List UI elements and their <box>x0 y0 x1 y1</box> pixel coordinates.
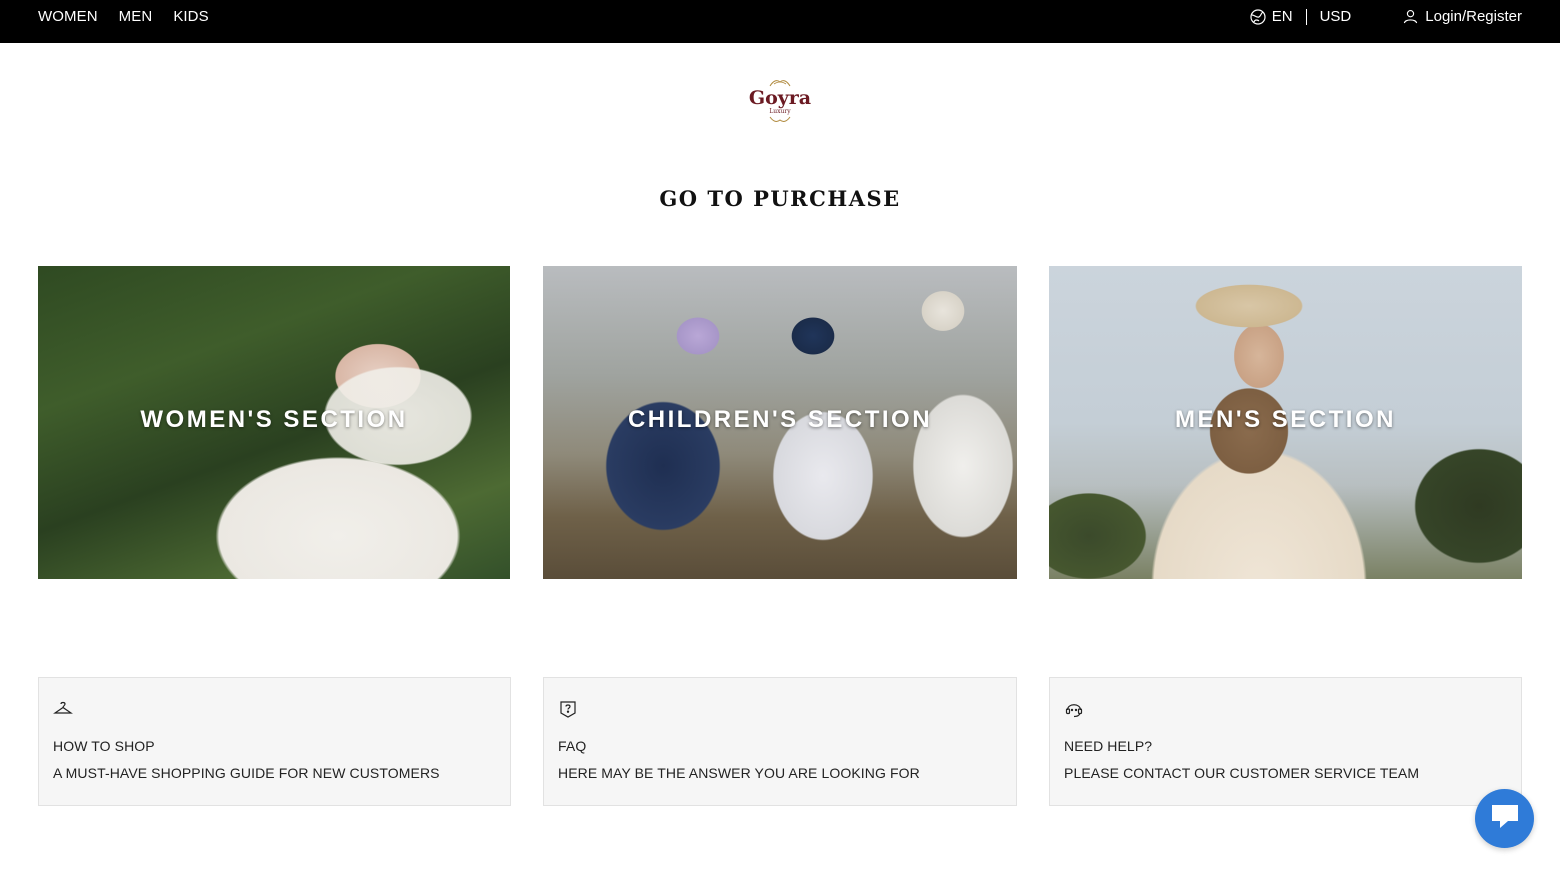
goyra-logo[interactable]: Goyra Luxury <box>740 76 820 126</box>
language-label: EN <box>1271 8 1293 25</box>
main-nav: WOMEN MEN KIDS <box>38 0 209 33</box>
language-selector[interactable]: EN <box>1250 8 1293 25</box>
women-section-card[interactable]: WOMEN'S SECTION <box>38 266 510 579</box>
user-icon <box>1403 9 1418 24</box>
nav-utilities: EN USD Login/Register <box>1250 0 1522 33</box>
login-register-link[interactable]: Login/Register <box>1403 8 1522 25</box>
men-section-card[interactable]: MEN'S SECTION <box>1049 266 1522 579</box>
page-title: GO TO PURCHASE <box>659 186 901 211</box>
logo-wordmark: Goyra <box>749 87 811 109</box>
faq-card[interactable]: FAQ HERE MAY BE THE ANSWER YOU ARE LOOKI… <box>543 677 1017 806</box>
nav-women[interactable]: WOMEN <box>38 8 98 25</box>
how-to-shop-title: HOW TO SHOP <box>53 738 155 754</box>
top-navigation-bar: WOMEN MEN KIDS EN USD Login/Register <box>0 0 1560 43</box>
children-section-card[interactable]: CHILDREN'S SECTION <box>543 266 1017 579</box>
currency-selector[interactable]: USD <box>1320 8 1352 25</box>
hanger-icon <box>53 699 73 719</box>
faq-description: HERE MAY BE THE ANSWER YOU ARE LOOKING F… <box>558 765 920 781</box>
nav-kids[interactable]: KIDS <box>173 8 208 25</box>
need-help-title: NEED HELP? <box>1064 738 1153 754</box>
globe-icon <box>1250 8 1266 25</box>
chat-icon <box>1488 801 1522 836</box>
men-section-label: MEN'S SECTION <box>1175 406 1396 433</box>
need-help-card[interactable]: NEED HELP? PLEASE CONTACT OUR CUSTOMER S… <box>1049 677 1522 806</box>
chat-button[interactable] <box>1475 789 1534 848</box>
need-help-description: PLEASE CONTACT OUR CUSTOMER SERVICE TEAM <box>1064 765 1420 781</box>
support-agent-icon <box>1064 699 1084 719</box>
logo-tagline: Luxury <box>769 108 791 115</box>
nav-men[interactable]: MEN <box>119 8 153 25</box>
login-register-label: Login/Register <box>1425 8 1522 25</box>
question-icon <box>558 699 578 719</box>
how-to-shop-card[interactable]: HOW TO SHOP A MUST-HAVE SHOPPING GUIDE F… <box>38 677 511 806</box>
children-section-label: CHILDREN'S SECTION <box>627 406 933 433</box>
women-section-label: WOMEN'S SECTION <box>140 406 408 433</box>
how-to-shop-description: A MUST-HAVE SHOPPING GUIDE FOR NEW CUSTO… <box>53 765 440 781</box>
divider <box>1305 8 1307 25</box>
faq-title: FAQ <box>558 738 587 754</box>
